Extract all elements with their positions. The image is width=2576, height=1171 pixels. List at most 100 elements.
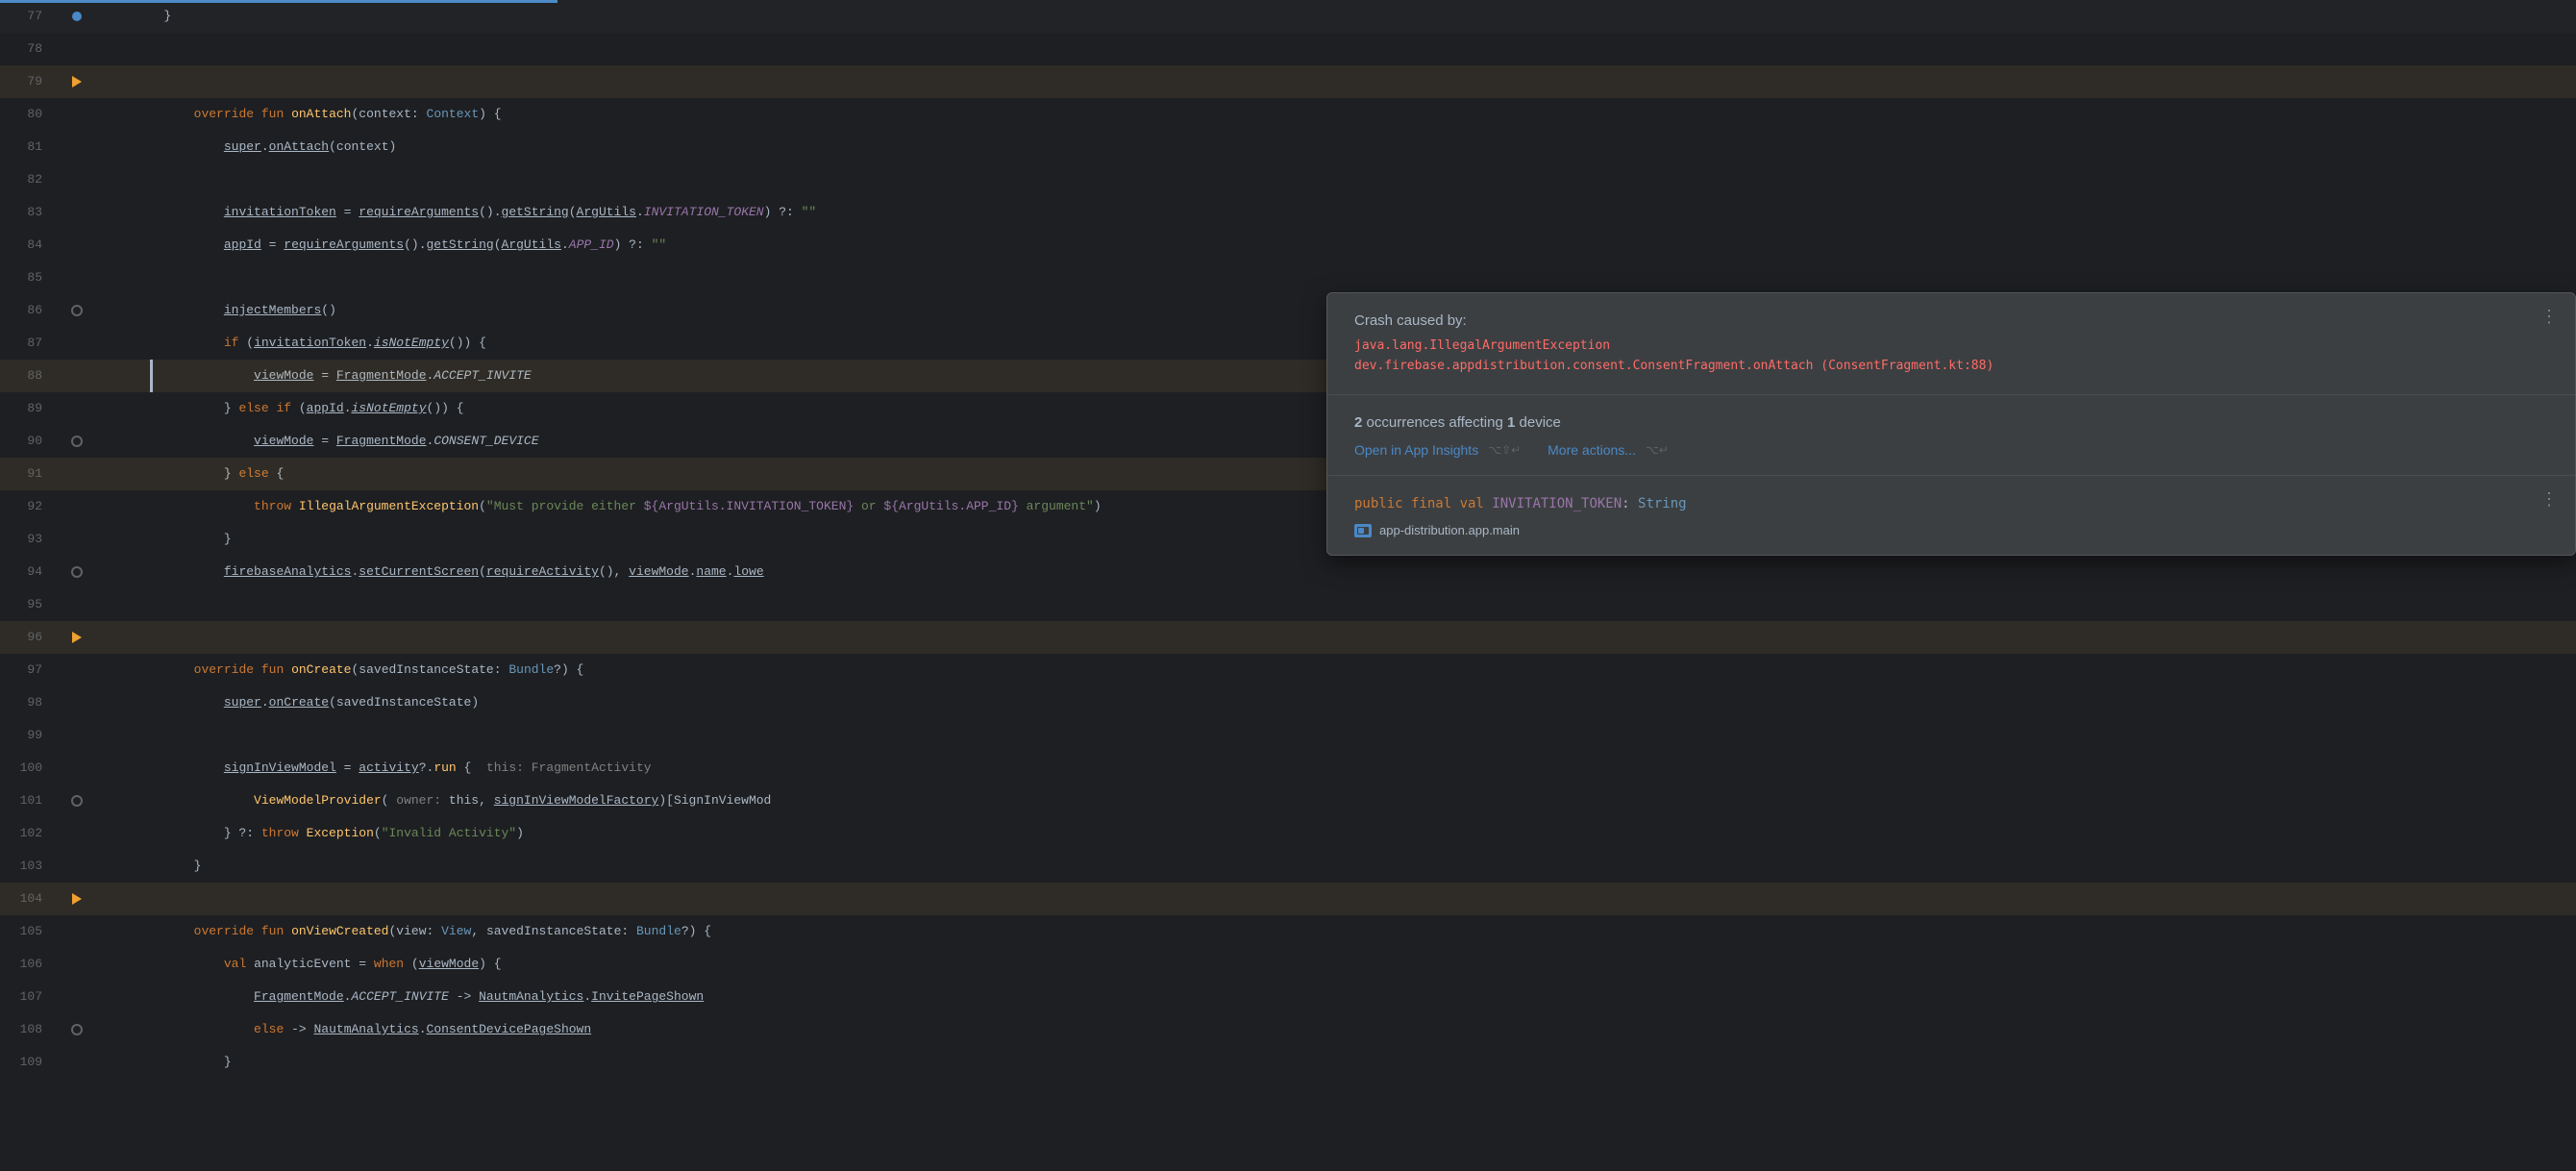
line-gutter bbox=[58, 621, 96, 654]
line-number: 81 bbox=[0, 131, 58, 163]
line-gutter bbox=[58, 588, 96, 621]
code-line-94: 94 bbox=[0, 556, 2576, 588]
line-number: 87 bbox=[0, 327, 58, 360]
gutter-arrow bbox=[72, 76, 82, 87]
open-in-app-insights-link[interactable]: Open in App Insights bbox=[1354, 442, 1478, 458]
line-gutter bbox=[58, 915, 96, 948]
gutter-arrow bbox=[72, 893, 82, 905]
line-number: 102 bbox=[0, 817, 58, 850]
line-number: 88 bbox=[0, 360, 58, 392]
code-line-85: 85 injectMembers() bbox=[0, 262, 2576, 294]
code-line-108: 108 } bbox=[0, 1013, 2576, 1046]
line-content: else -> NautmAnalytics.ConsentDevicePage… bbox=[96, 981, 2576, 1013]
line-content: signInViewModel = activity?.run { this: … bbox=[96, 719, 2576, 752]
line-gutter bbox=[58, 425, 96, 458]
code-line-78: 78 bbox=[0, 33, 2576, 65]
line-content: } ?: throw Exception("Invalid Activity") bbox=[96, 785, 2576, 817]
code-line-98: 98 bbox=[0, 686, 2576, 719]
line-number: 103 bbox=[0, 850, 58, 883]
line-gutter bbox=[58, 719, 96, 752]
line-gutter bbox=[58, 229, 96, 262]
line-gutter bbox=[58, 0, 96, 33]
crash-location: dev.firebase.appdistribution.consent.Con… bbox=[1354, 357, 2548, 377]
occurrences-line: 2 occurrences affecting 1 device bbox=[1354, 414, 2548, 431]
line-content: appId = requireArguments().getString(Arg… bbox=[96, 196, 2576, 229]
code-line-100: 100 ViewModelProvider( owner: this, sign… bbox=[0, 752, 2576, 785]
line-number: 85 bbox=[0, 262, 58, 294]
gutter-circle bbox=[71, 436, 83, 447]
more-actions-link[interactable]: More actions... bbox=[1548, 442, 1636, 458]
line-content: } bbox=[96, 1013, 2576, 1046]
code-line-109: 109 bbox=[0, 1046, 2576, 1079]
occurrences-count: 2 bbox=[1354, 414, 1362, 431]
line-gutter bbox=[58, 850, 96, 883]
line-content: override fun onCreate(savedInstanceState… bbox=[96, 621, 2576, 654]
line-number: 93 bbox=[0, 523, 58, 556]
line-number: 109 bbox=[0, 1046, 58, 1079]
gutter-arrow bbox=[72, 632, 82, 643]
module-line: app-distribution.app.main bbox=[1354, 523, 2548, 537]
line-number: 97 bbox=[0, 654, 58, 686]
line-content: } bbox=[96, 817, 2576, 850]
device-count: 1 bbox=[1507, 414, 1515, 431]
code-line-97: 97 super.onCreate(savedInstanceState) bbox=[0, 654, 2576, 686]
line-number: 106 bbox=[0, 948, 58, 981]
line-gutter bbox=[58, 981, 96, 1013]
line-number: 107 bbox=[0, 981, 58, 1013]
occurrences-section: 2 occurrences affecting 1 device Open in… bbox=[1327, 395, 2575, 476]
line-gutter bbox=[58, 262, 96, 294]
gutter-circle bbox=[71, 1024, 83, 1035]
code-line-77: 77 } bbox=[0, 0, 2576, 33]
line-gutter bbox=[58, 1046, 96, 1079]
app-insights-shortcut: ⌥⇧↵ bbox=[1488, 443, 1521, 457]
line-content: override fun onViewCreated(view: View, s… bbox=[96, 883, 2576, 915]
line-number: 84 bbox=[0, 229, 58, 262]
device-label: device bbox=[1520, 414, 1561, 431]
line-content bbox=[96, 686, 2576, 719]
code-line-82: 82 invitationToken = requireArguments().… bbox=[0, 163, 2576, 196]
line-gutter bbox=[58, 752, 96, 785]
line-content: injectMembers() bbox=[96, 262, 2576, 294]
line-number: 95 bbox=[0, 588, 58, 621]
code-line-101: 101 } ?: throw Exception("Invalid Activi… bbox=[0, 785, 2576, 817]
crash-popup: ⋮ Crash caused by: java.lang.IllegalArgu… bbox=[1326, 292, 2576, 556]
code-line-105: 105 val analyticEvent = when (viewMode) … bbox=[0, 915, 2576, 948]
line-number: 91 bbox=[0, 458, 58, 490]
code-line-104: 104 override fun onViewCreated(view: Vie… bbox=[0, 883, 2576, 915]
line-number: 79 bbox=[0, 65, 58, 98]
line-content: } bbox=[96, 0, 2576, 33]
line-number: 82 bbox=[0, 163, 58, 196]
code-line-107: 107 else -> NautmAnalytics.ConsentDevice… bbox=[0, 981, 2576, 1013]
line-gutter bbox=[58, 686, 96, 719]
cursor bbox=[150, 360, 153, 392]
line-number: 108 bbox=[0, 1013, 58, 1046]
line-gutter bbox=[58, 490, 96, 523]
line-number: 100 bbox=[0, 752, 58, 785]
line-gutter bbox=[58, 360, 96, 392]
more-options-button-top[interactable]: ⋮ bbox=[2540, 307, 2560, 327]
code-line-79: 79 override fun onAttach(context: Contex… bbox=[0, 65, 2576, 98]
code-preview-line: public final val INVITATION_TOKEN: Strin… bbox=[1354, 493, 2548, 516]
line-content bbox=[96, 229, 2576, 262]
more-actions-shortcut: ⌥↵ bbox=[1646, 443, 1669, 457]
module-name: app-distribution.app.main bbox=[1379, 523, 1520, 537]
line-content: override fun onAttach(context: Context) … bbox=[96, 65, 2576, 98]
line-gutter bbox=[58, 654, 96, 686]
gutter-circle bbox=[71, 795, 83, 807]
line-content bbox=[96, 588, 2576, 621]
code-area: 77 } 78 79 override fun onAttach(context… bbox=[0, 0, 2576, 1171]
more-options-button-bottom[interactable]: ⋮ bbox=[2540, 489, 2560, 510]
line-number: 99 bbox=[0, 719, 58, 752]
code-line-96: 96 override fun onCreate(savedInstanceSt… bbox=[0, 621, 2576, 654]
line-number: 89 bbox=[0, 392, 58, 425]
module-icon bbox=[1354, 524, 1372, 537]
line-gutter bbox=[58, 33, 96, 65]
line-content: FragmentMode.ACCEPT_INVITE -> NautmAnaly… bbox=[96, 948, 2576, 981]
line-gutter bbox=[58, 163, 96, 196]
crash-caused-label: Crash caused by: bbox=[1354, 312, 2548, 329]
line-number: 96 bbox=[0, 621, 58, 654]
crash-class: java.lang.IllegalArgumentException dev.f… bbox=[1354, 336, 2548, 377]
line-gutter bbox=[58, 196, 96, 229]
line-content: ViewModelProvider( owner: this, signInVi… bbox=[96, 752, 2576, 785]
gutter-circle bbox=[71, 566, 83, 578]
